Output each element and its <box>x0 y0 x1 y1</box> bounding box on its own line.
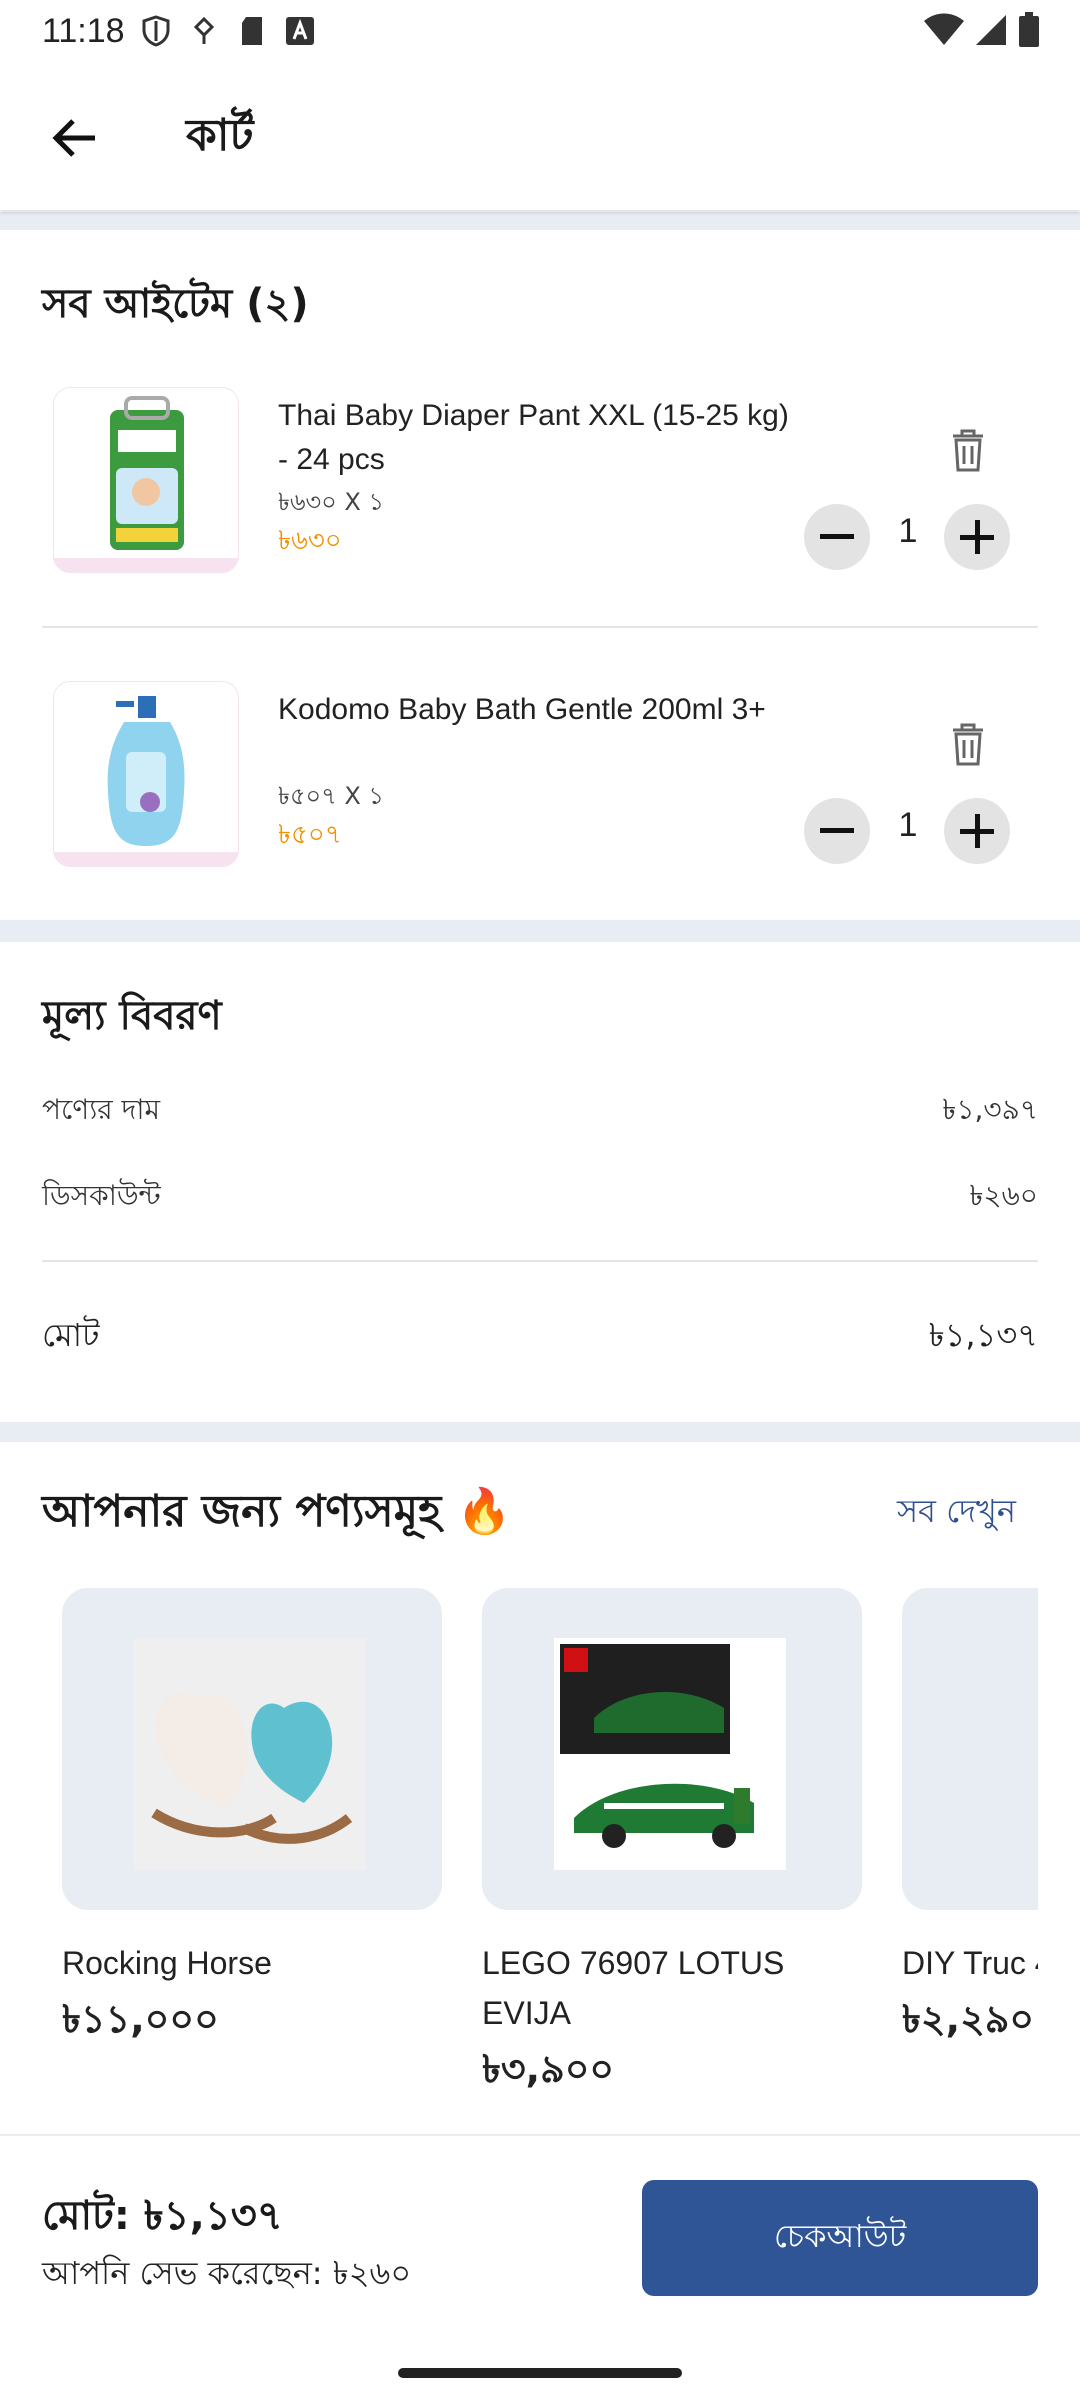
shield-icon <box>139 14 173 48</box>
lego-car-image <box>554 1638 786 1870</box>
app-bar: কার্ট <box>0 62 1080 210</box>
discount-label: ডিসকাউন্ট <box>42 1179 161 1212</box>
cart-item-name: Thai Baby Diaper Pant XXL (15-25 kg) - 2… <box>278 399 789 476</box>
minus-icon <box>820 828 854 833</box>
decrease-quantity-button[interactable] <box>804 798 870 864</box>
cart-section-title: সব আইটেম (২) <box>42 281 309 327</box>
cart-item: Kodomo Baby Bath Gentle 200ml 3+ ৳৫০৭ X … <box>42 676 1038 896</box>
home-indicator[interactable] <box>398 2368 682 2378</box>
product-image <box>482 1588 862 1910</box>
cart-item-unit-price: ৳৬৩০ X ১ <box>278 488 385 516</box>
item-divider <box>42 626 1038 628</box>
battery-icon <box>1018 12 1040 57</box>
checkout-button[interactable]: চেকআউট <box>642 2180 1038 2296</box>
section-separator <box>0 212 1080 230</box>
product-thumbnail[interactable] <box>54 682 238 866</box>
cart-item-price: ৳৬৩০ <box>278 526 342 556</box>
product-price-row: পণ্যের দাম ৳১,৩৯৭ <box>42 1088 1038 1135</box>
delete-item-button[interactable] <box>942 422 994 478</box>
product-name: Rocking Horse <box>62 1945 272 1981</box>
product-price-value: ৳১,৩৯৭ <box>942 1093 1038 1126</box>
quantity-value: 1 <box>898 512 918 550</box>
delete-item-button[interactable] <box>942 716 994 772</box>
discount-row: ডিসকাউন্ট ৳২৬০ <box>42 1174 1038 1221</box>
trash-icon <box>953 723 983 766</box>
total-row: মোট ৳১,১৩৭ <box>42 1310 1038 1364</box>
diaper-pack-image <box>110 396 184 550</box>
price-divider <box>42 1260 1038 1262</box>
sd-card-icon <box>235 14 269 48</box>
product-thumbnail[interactable] <box>54 388 238 572</box>
wifi-icon <box>924 13 964 56</box>
product-price: ৳২,২৯০ <box>902 1997 1035 2041</box>
status-time: 11:18 <box>42 11 125 50</box>
product-card[interactable]: LEGO 76907 LOTUS EVIJA ৳৩,৯০০ <box>482 1588 862 2100</box>
section-separator <box>0 1422 1080 1442</box>
increase-quantity-button[interactable] <box>944 798 1010 864</box>
bath-bottle-image <box>107 696 185 846</box>
product-price: ৳১১,০০০ <box>62 1997 219 2041</box>
product-image <box>62 1588 442 1910</box>
checkout-bar: মোট: ৳১,১৩৭ আপনি সেভ করেছেন: ৳২৬০ চেকআউট <box>0 2134 1080 2400</box>
quantity-value: 1 <box>898 806 918 844</box>
data-saver-icon <box>187 14 221 48</box>
discount-value: ৳২৬০ <box>969 1179 1038 1212</box>
total-value: ৳১,১৩৭ <box>928 1316 1038 1354</box>
plus-icon <box>960 814 994 848</box>
savings-text: আপনি সেভ করেছেন: ৳২৬০ <box>42 2254 412 2292</box>
font-icon <box>283 14 317 48</box>
product-card[interactable]: DIY Truc 4) ৳২,২৯০ <box>902 1588 1038 2054</box>
section-separator <box>0 920 1080 942</box>
checkout-total: মোট: ৳১,১৩৭ <box>42 2193 283 2239</box>
product-price: ৳৩,৯০০ <box>482 2047 615 2091</box>
arrow-left-icon <box>52 119 95 157</box>
product-name: LEGO 76907 LOTUS EVIJA <box>482 1945 785 2031</box>
increase-quantity-button[interactable] <box>944 504 1010 570</box>
plus-icon <box>960 520 994 554</box>
page-title: কার্ট <box>186 110 254 161</box>
cart-item: Thai Baby Diaper Pant XXL (15-25 kg) - 2… <box>42 382 1038 602</box>
trash-icon <box>953 429 983 472</box>
product-image <box>902 1588 1038 1910</box>
product-card[interactable]: Rocking Horse ৳১১,০০০ <box>62 1588 442 2054</box>
recommendations-title: আপনার জন্য পণ্যসমূহ 🔥 <box>42 1486 512 1537</box>
total-label: মোট <box>42 1316 100 1354</box>
decrease-quantity-button[interactable] <box>804 504 870 570</box>
cart-item-unit-price: ৳৫০৭ X ১ <box>278 782 385 810</box>
product-price-label: পণ্যের দাম <box>42 1093 160 1126</box>
back-button[interactable] <box>42 106 106 170</box>
product-name: DIY Truc 4) <box>902 1945 1038 1981</box>
status-bar: 11:18 <box>0 0 1080 62</box>
signal-icon <box>974 13 1008 56</box>
rocking-horse-image <box>134 1638 366 1870</box>
see-all-link[interactable]: সব দেখুন <box>897 1486 1016 1540</box>
cart-item-name: Kodomo Baby Bath Gentle 200ml 3+ <box>278 693 766 726</box>
price-details-title: মূল্য বিবরণ <box>42 993 222 1039</box>
product-carousel[interactable]: Rocking Horse ৳১১,০০০ LEGO 76907 LOTUS E… <box>0 1580 1038 2100</box>
cart-item-price: ৳৫০৭ <box>278 820 342 850</box>
minus-icon <box>820 534 854 539</box>
